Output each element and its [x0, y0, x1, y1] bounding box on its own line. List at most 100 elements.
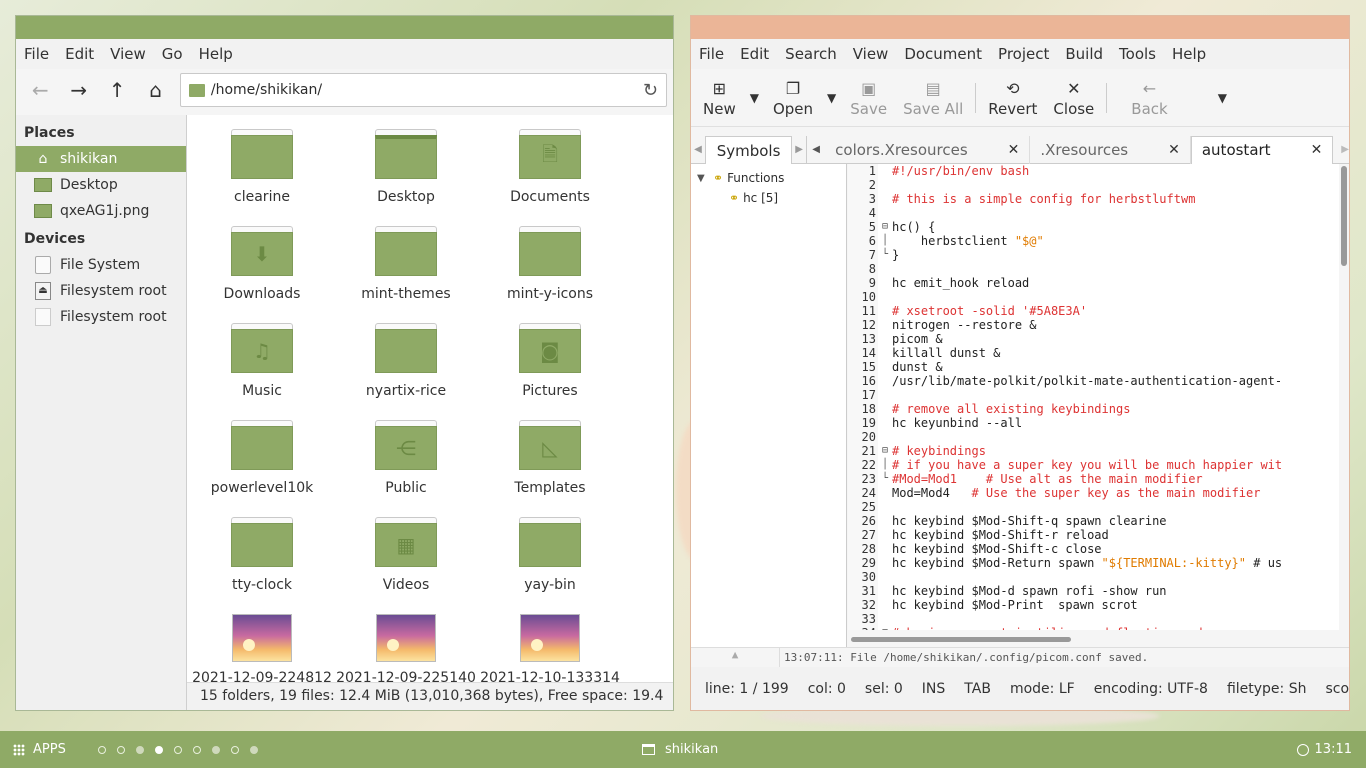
chevron-right-icon[interactable]: ▶ [792, 144, 806, 155]
apps-grid-icon [13, 743, 25, 756]
expander-icon[interactable]: ▼ [697, 173, 713, 184]
location-field[interactable]: /home/shikikan/ ↻ [179, 73, 668, 107]
sidebar-item-desktop[interactable]: Desktop [16, 172, 186, 198]
folder-item[interactable]: mint-y-icons [478, 222, 622, 319]
folder-item[interactable]: ⬇ Downloads [190, 222, 334, 319]
folder-icon [231, 129, 293, 181]
menu-edit[interactable]: Edit [732, 45, 777, 63]
folder-item[interactable]: Desktop [334, 125, 478, 222]
folder-item[interactable]: yay-bin [478, 513, 622, 610]
workspace-3-indicator[interactable] [135, 745, 144, 754]
close-label: Close [1053, 99, 1095, 118]
back-arrow-icon[interactable]: ← [22, 73, 58, 107]
folder-item[interactable]: 🗎 Documents [478, 125, 622, 222]
menu-help[interactable]: Help [1164, 45, 1214, 63]
title-bar[interactable] [16, 16, 673, 39]
workspace-8-indicator[interactable] [230, 745, 239, 754]
tab-xresources[interactable]: .Xresources ✕ [1030, 135, 1191, 164]
chevron-left-icon[interactable]: ◀ [691, 144, 705, 155]
folder-item[interactable]: ▦ Videos [334, 513, 478, 610]
tab-colors-xresources[interactable]: colors.Xresources ✕ [825, 135, 1031, 164]
status-sel: sel: 0 [864, 680, 903, 697]
forward-arrow-icon[interactable]: → [60, 73, 96, 107]
chevron-up-icon[interactable]: ▲ [691, 648, 780, 667]
horizontal-scrollbar[interactable] [851, 637, 1071, 642]
close-icon[interactable]: ✕ [1311, 142, 1323, 158]
menu-file[interactable]: File [16, 45, 57, 63]
workspace-7-indicator[interactable] [211, 745, 220, 754]
new-button[interactable]: ⊞ New [695, 70, 744, 126]
revert-button[interactable]: ⟲ Revert [980, 70, 1045, 126]
folder-item[interactable]: mint-themes [334, 222, 478, 319]
workspace-4-indicator[interactable] [154, 745, 163, 754]
save-all-button[interactable]: ▤ Save All [895, 70, 971, 126]
save-all-icon: ▤ [925, 78, 941, 98]
menu-tools[interactable]: Tools [1111, 45, 1164, 63]
menu-help[interactable]: Help [191, 45, 241, 63]
up-arrow-icon[interactable]: ↑ [99, 73, 135, 107]
clock-icon [1296, 743, 1309, 756]
file-view[interactable]: clearine Desktop 🗎 Documents ⬇ Downloads mint-… [187, 115, 673, 710]
open-dropdown-button[interactable]: ▼ [821, 70, 842, 126]
symbol-group[interactable]: ▼ ⚭ Functions [691, 168, 846, 188]
back-dropdown-button[interactable]: ▼ [1210, 70, 1235, 126]
menu-build[interactable]: Build [1057, 45, 1111, 63]
workspace-9-indicator[interactable] [249, 745, 258, 754]
workspace-5-indicator[interactable] [173, 745, 182, 754]
folder-item[interactable]: ♫ Music [190, 319, 334, 416]
open-button[interactable]: ❐ Open [765, 70, 821, 126]
close-button[interactable]: ✕ Close [1045, 70, 1102, 126]
menu-document[interactable]: Document [896, 45, 990, 63]
menu-view[interactable]: View [102, 45, 154, 63]
sidebar-item-filesystem-root[interactable]: Filesystem root [16, 304, 186, 330]
home-icon[interactable]: ⌂ [137, 73, 173, 107]
code-line: 31 hc keybind $Mod-d spawn rofi -show run [848, 584, 1339, 598]
menu-search[interactable]: Search [777, 45, 845, 63]
title-bar[interactable] [691, 16, 1349, 39]
reload-icon[interactable]: ↻ [643, 80, 658, 101]
task-button[interactable]: shikikan [642, 742, 718, 757]
sidebar-item-file-system[interactable]: File System [16, 252, 186, 278]
chevron-left-icon[interactable]: ◀ [807, 144, 825, 155]
close-icon[interactable]: ✕ [1008, 142, 1020, 158]
folder-item[interactable]: clearine [190, 125, 334, 222]
code-editor[interactable]: 1 #!/usr/bin/env bash 2 3 # this is a simple… [848, 164, 1339, 630]
folder-item[interactable]: nyartix-rice [334, 319, 478, 416]
chevron-right-icon[interactable]: ▶ [1341, 144, 1349, 155]
code-line: 4 [848, 206, 1339, 220]
tab-autostart[interactable]: autostart ✕ [1190, 135, 1334, 164]
file-name: Public [385, 480, 427, 496]
menu-file[interactable]: File [691, 45, 732, 63]
sidebar-item-image[interactable]: qxeAG1j.png [16, 198, 186, 224]
save-icon: ▣ [861, 78, 877, 98]
devices-heading: Devices [24, 231, 86, 247]
menu-edit[interactable]: Edit [57, 45, 102, 63]
menu-view[interactable]: View [845, 45, 897, 63]
status-line: line: 1 / 199 [705, 680, 789, 697]
folder-item[interactable]: ⋲ Public [334, 416, 478, 513]
new-dropdown-button[interactable]: ▼ [744, 70, 765, 126]
folder-icon: ♫ [231, 323, 293, 375]
location-path[interactable]: /home/shikikan/ [211, 82, 643, 98]
close-icon[interactable]: ✕ [1168, 142, 1180, 158]
workspace-1-indicator[interactable] [97, 745, 106, 754]
sidebar-item-filesystem-root[interactable]: ⏏ Filesystem root [16, 278, 186, 304]
workspace-6-indicator[interactable] [192, 745, 201, 754]
save-button[interactable]: ▣ Save [842, 70, 895, 126]
menu-go[interactable]: Go [154, 45, 191, 63]
tab-label: .Xresources [1040, 140, 1129, 159]
sidebar-item-label: qxeAG1j.png [60, 203, 150, 219]
folder-item[interactable]: tty-clock [190, 513, 334, 610]
menu-project[interactable]: Project [990, 45, 1057, 63]
tab-symbols[interactable]: Symbols [705, 135, 793, 164]
clock[interactable]: 13:11 [1296, 742, 1352, 757]
folder-item[interactable]: ◺ Templates [478, 416, 622, 513]
sidebar-item-home[interactable]: ⌂ shikikan [16, 146, 186, 172]
folder-item[interactable]: ◙ Pictures [478, 319, 622, 416]
symbol-item[interactable]: ⚭ hc [5] [691, 188, 846, 208]
vertical-scrollbar[interactable] [1341, 166, 1347, 266]
folder-item[interactable]: powerlevel10k [190, 416, 334, 513]
apps-button[interactable]: APPS [0, 742, 66, 757]
back-button[interactable]: ← Back [1111, 70, 1187, 126]
workspace-2-indicator[interactable] [116, 745, 125, 754]
